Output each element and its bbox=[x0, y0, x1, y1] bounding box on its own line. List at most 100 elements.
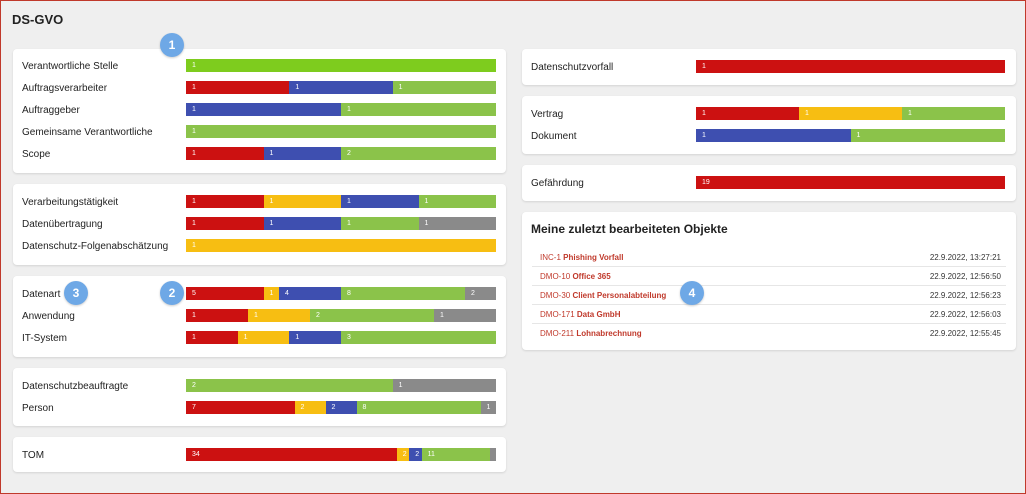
status-bar[interactable]: 1 bbox=[186, 59, 496, 72]
status-bar[interactable]: 112 bbox=[186, 147, 496, 160]
bar-segment-yellow[interactable]: 1 bbox=[248, 309, 310, 322]
bar-segment-gray[interactable]: 1 bbox=[434, 309, 496, 322]
bar-segment-green[interactable]: 3 bbox=[340, 331, 496, 344]
stat-row-datenschutz-folgenabschaetzung[interactable]: Datenschutz-Folgenabschätzung 1 bbox=[13, 239, 506, 255]
status-bar[interactable]: 1121 bbox=[186, 309, 496, 322]
stat-row-tom[interactable]: TOM3422111 bbox=[13, 448, 506, 464]
bar-segment-blue[interactable]: 1 bbox=[263, 147, 341, 160]
status-bar[interactable]: 21 bbox=[186, 379, 496, 392]
bar-segment-red[interactable]: 1 bbox=[696, 60, 1005, 73]
stat-row-verarbeitungstaetigkeit[interactable]: Verarbeitungstätigkeit 1 1 1 1 bbox=[13, 195, 506, 211]
bar-segment-gray[interactable]: 1 bbox=[392, 379, 496, 392]
status-bar[interactable]: 1 bbox=[186, 239, 496, 252]
bar-segment-red[interactable]: 1 bbox=[186, 147, 264, 160]
bar-segment-gray[interactable]: 1 bbox=[489, 448, 496, 461]
recent-object-link[interactable]: DMO-30 Client Personalabteilung bbox=[540, 291, 666, 300]
bar-segment-green[interactable]: 2 bbox=[310, 309, 434, 322]
stat-row-dokument[interactable]: Dokument 1 1 bbox=[522, 129, 1016, 145]
bar-segment-blue[interactable]: 1 bbox=[341, 195, 419, 208]
bar-segment-blue[interactable]: 1 bbox=[186, 103, 341, 116]
stat-row-anwendung[interactable]: Anwendung 1 1 2 1 bbox=[13, 309, 506, 325]
stat-row-datenschutzvorfall[interactable]: Datenschutzvorfall 1 bbox=[522, 60, 1016, 76]
recent-object-link[interactable]: INC-1 Phishing Vorfall bbox=[540, 253, 623, 262]
recent-object-timestamp: 22.9.2022, 13:27:21 bbox=[929, 253, 1001, 262]
status-bar[interactable]: 111 bbox=[696, 107, 1005, 120]
bar-segment-red[interactable]: 34 bbox=[186, 448, 397, 461]
stat-row-person[interactable]: Person 7 2 2 8 1 bbox=[13, 401, 506, 417]
status-bar[interactable]: 1111 bbox=[186, 195, 496, 208]
bar-segment-red[interactable]: 7 bbox=[186, 401, 295, 414]
bar-segment-green[interactable]: 1 bbox=[392, 81, 496, 94]
status-bar[interactable]: 3422111 bbox=[186, 448, 496, 461]
status-bar[interactable]: 1113 bbox=[186, 331, 496, 344]
stat-row-gefaehrdung[interactable]: Gefährdung 19 bbox=[522, 176, 1016, 192]
bar-segment-red[interactable]: 19 bbox=[696, 176, 1005, 189]
status-bar[interactable]: 11 bbox=[186, 103, 496, 116]
bar-segment-red[interactable]: 1 bbox=[186, 81, 290, 94]
status-bar[interactable]: 19 bbox=[696, 176, 1005, 189]
stat-row-datenschutzbeauftragte[interactable]: Datenschutzbeauftragte 2 1 bbox=[13, 379, 506, 395]
card-organisation: Verantwortliche Stelle 1 Auftragsverarbeit… bbox=[13, 49, 506, 173]
stat-row-label: Person bbox=[22, 403, 54, 414]
stat-row-scope[interactable]: Scope 1 1 2 bbox=[13, 147, 506, 163]
status-bar[interactable]: 1 bbox=[186, 125, 496, 138]
bar-segment-yellow[interactable]: 1 bbox=[237, 331, 290, 344]
bar-segment-gray[interactable]: 1 bbox=[480, 401, 496, 414]
stat-row-auftraggeber[interactable]: Auftraggeber 1 1 bbox=[13, 103, 506, 119]
recent-object-link[interactable]: DMO-171 Data GmbH bbox=[540, 310, 620, 319]
bar-segment-gray[interactable]: 1 bbox=[418, 217, 496, 230]
status-bar[interactable]: 72281 bbox=[186, 401, 496, 414]
bar-segment-green[interactable]: 1 bbox=[850, 129, 1005, 142]
status-bar[interactable]: 1111 bbox=[186, 217, 496, 230]
stat-row-verantwortliche-stelle[interactable]: Verantwortliche Stelle 1 bbox=[13, 59, 506, 75]
bar-segment-yellow[interactable]: 1 bbox=[799, 107, 902, 120]
recent-object-row[interactable]: INC-1 Phishing Vorfall 22.9.2022, 13:27:2… bbox=[532, 248, 1006, 267]
bar-segment-green[interactable]: 1 bbox=[902, 107, 1005, 120]
recent-object-row[interactable]: DMO-30 Client Personalabteilung 22.9.2022… bbox=[532, 286, 1006, 305]
stat-row-vertrag[interactable]: Vertrag 1 1 1 bbox=[522, 107, 1016, 123]
recent-object-link[interactable]: DMO-211 Lohnabrechnung bbox=[540, 329, 642, 338]
bar-segment-blue[interactable]: 1 bbox=[289, 81, 393, 94]
bar-segment-blue[interactable]: 1 bbox=[696, 129, 851, 142]
recent-object-row[interactable]: DMO-10 Office 365 22.9.2022, 12:56:50 bbox=[532, 267, 1006, 286]
bar-segment-red[interactable]: 1 bbox=[186, 195, 264, 208]
bar-segment-yellow[interactable]: 1 bbox=[263, 195, 341, 208]
bar-segment-red[interactable]: 5 bbox=[186, 287, 264, 300]
bar-segment-red[interactable]: 1 bbox=[186, 309, 248, 322]
bar-segment-green[interactable]: 1 bbox=[186, 125, 496, 138]
recent-object-name: Lohnabrechnung bbox=[576, 329, 642, 338]
bar-segment-red[interactable]: 1 bbox=[186, 217, 264, 230]
bar-segment-green[interactable]: 1 bbox=[341, 217, 419, 230]
recent-object-row[interactable]: DMO-171 Data GmbH 22.9.2022, 12:56:03 bbox=[532, 305, 1006, 324]
stat-row-it-system[interactable]: IT-System 1 1 1 3 bbox=[13, 331, 506, 347]
bar-segment-blue[interactable]: 1 bbox=[289, 331, 341, 344]
status-bar[interactable]: 51482 bbox=[186, 287, 496, 300]
bar-segment-lime[interactable]: 1 bbox=[186, 59, 496, 72]
status-bar[interactable]: 1 bbox=[696, 60, 1005, 73]
bar-segment-green[interactable]: 2 bbox=[186, 379, 393, 392]
bar-segment-blue[interactable]: 2 bbox=[409, 448, 422, 461]
bar-segment-green[interactable]: 11 bbox=[421, 448, 490, 461]
bar-segment-green[interactable]: 8 bbox=[341, 287, 465, 300]
bar-segment-blue[interactable]: 1 bbox=[263, 217, 341, 230]
bar-segment-red[interactable]: 1 bbox=[696, 107, 799, 120]
bar-segment-yellow[interactable]: 1 bbox=[186, 239, 496, 252]
stat-row-gemeinsame-verantwortliche[interactable]: Gemeinsame Verantwortliche 1 bbox=[13, 125, 506, 141]
bar-segment-green[interactable]: 1 bbox=[341, 103, 496, 116]
bar-segment-gray[interactable]: 2 bbox=[465, 287, 496, 300]
bar-segment-blue[interactable]: 2 bbox=[325, 401, 357, 414]
bar-segment-blue[interactable]: 4 bbox=[279, 287, 341, 300]
bar-segment-yellow[interactable]: 2 bbox=[294, 401, 326, 414]
stat-row-auftragsverarbeiter[interactable]: Auftragsverarbeiter 1 1 1 bbox=[13, 81, 506, 97]
bar-segment-red[interactable]: 1 bbox=[186, 331, 238, 344]
status-bar[interactable]: 111 bbox=[186, 81, 496, 94]
status-bar[interactable]: 11 bbox=[696, 129, 1005, 142]
bar-segment-yellow[interactable]: 1 bbox=[263, 287, 279, 300]
bar-segment-green[interactable]: 1 bbox=[418, 195, 496, 208]
bar-segment-green[interactable]: 8 bbox=[356, 401, 481, 414]
bar-segment-yellow[interactable]: 2 bbox=[396, 448, 410, 461]
recent-object-link[interactable]: DMO-10 Office 365 bbox=[540, 272, 611, 281]
recent-object-row[interactable]: DMO-211 Lohnabrechnung 22.9.2022, 12:55:4… bbox=[532, 324, 1006, 343]
bar-segment-green[interactable]: 2 bbox=[341, 147, 496, 160]
stat-row-datenuebertragung[interactable]: Datenübertragung 1 1 1 1 bbox=[13, 217, 506, 233]
